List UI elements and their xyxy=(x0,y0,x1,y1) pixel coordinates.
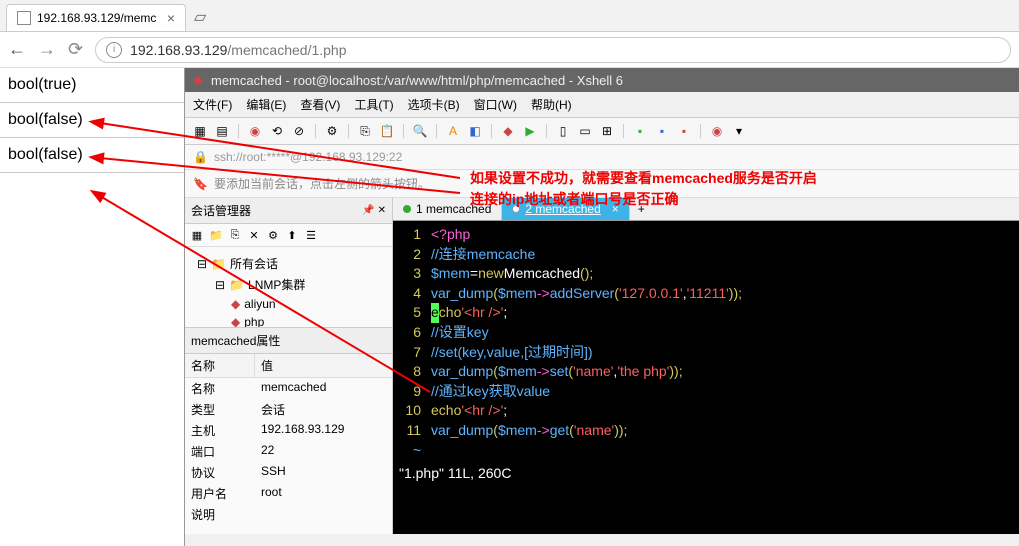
tb-more-icon[interactable]: ▾ xyxy=(730,122,748,140)
xshell-titlebar[interactable]: ◆ memcached - root@localhost:/var/www/ht… xyxy=(185,68,1019,92)
tb-new-icon[interactable]: ▦ xyxy=(191,122,209,140)
output-line: bool(false) xyxy=(0,138,184,173)
menu-help[interactable]: 帮助(H) xyxy=(531,96,572,113)
tab-title: 192.168.93.129/memc xyxy=(37,11,156,25)
tb-reconnect-icon[interactable]: ⟲ xyxy=(268,122,286,140)
sm-new-icon[interactable]: ▦ xyxy=(189,227,205,243)
tb-connect-icon[interactable]: ◉ xyxy=(246,122,264,140)
terminal-area: 1 memcached 2 memcached× + 1<?php 2//连接m… xyxy=(393,198,1019,534)
ssh-address-bar[interactable]: 🔒 ssh://root:*****@192.168.93.129:22 xyxy=(185,145,1019,170)
url-text: 192.168.93.129/memcached/1.php xyxy=(130,42,346,58)
hint-text: 要添加当前会话，点击左侧的箭头按钮。 xyxy=(214,175,430,192)
window-title: memcached - root@localhost:/var/www/html… xyxy=(211,73,623,88)
menu-view[interactable]: 查看(V) xyxy=(300,96,340,113)
xshell-toolbar: ▦ ▤ ◉ ⟲ ⊘ ⚙ ⎘ 📋 🔍 A ◧ ◆ ▶ ▯ ▭ ⊞ ▪ ▪ xyxy=(185,118,1019,145)
url-input[interactable]: i 192.168.93.129/memcached/1.php xyxy=(95,37,1011,63)
pin-icon[interactable]: 📌 ✕ xyxy=(362,205,386,216)
tree-group[interactable]: ⊟📁LNMP集群 xyxy=(189,274,388,295)
session-icon: ◆ xyxy=(231,315,240,327)
session-toolbar: ▦ 📁 ⎘ ✕ ⚙ ⬆ ☰ xyxy=(185,224,392,247)
new-tab-button[interactable]: ▱ xyxy=(186,3,214,31)
xshell-window: ◆ memcached - root@localhost:/var/www/ht… xyxy=(184,68,1019,546)
prop-row: 主机192.168.93.129 xyxy=(185,420,392,441)
sm-folder-icon[interactable]: 📁 xyxy=(208,227,224,243)
tb-paste-icon[interactable]: 📋 xyxy=(378,122,396,140)
browser-tab-strip: 192.168.93.129/memc × ▱ xyxy=(0,0,1019,32)
browser-tab[interactable]: 192.168.93.129/memc × xyxy=(6,4,186,31)
properties-title: memcached属性 xyxy=(185,327,392,354)
bookmark-icon[interactable]: 🔖 xyxy=(193,177,208,191)
tb-layout1-icon[interactable]: ▯ xyxy=(554,122,572,140)
menu-window[interactable]: 窗口(W) xyxy=(474,96,517,113)
output-line: bool(true) xyxy=(0,68,184,103)
session-manager-title: 会话管理器 📌 ✕ xyxy=(185,198,392,224)
properties-body: 名称memcached 类型会话 主机192.168.93.129 端口22 协… xyxy=(185,378,392,525)
terminal-content[interactable]: 1<?php 2//连接memcache 3$mem = new Memcach… xyxy=(393,221,1019,534)
prop-row: 类型会话 xyxy=(185,399,392,420)
tree-session-aliyun[interactable]: ◆aliyun xyxy=(189,295,388,313)
tb-find-icon[interactable]: 🔍 xyxy=(411,122,429,140)
folder-icon: 📁 xyxy=(211,257,226,271)
sm-delete-icon[interactable]: ✕ xyxy=(246,227,262,243)
tb-layout3-icon[interactable]: ⊞ xyxy=(598,122,616,140)
properties-header: 名称值 xyxy=(185,354,392,378)
lock-icon: 🔒 xyxy=(193,150,208,164)
address-bar: ← → ⟳ i 192.168.93.129/memcached/1.php xyxy=(0,32,1019,68)
tree-session-php[interactable]: ◆php xyxy=(189,313,388,327)
session-icon: ◆ xyxy=(231,297,240,311)
prop-row: 端口22 xyxy=(185,441,392,462)
tb-font-icon[interactable]: A xyxy=(444,122,462,140)
sm-up-icon[interactable]: ⬆ xyxy=(284,227,300,243)
status-dot-icon xyxy=(403,205,411,213)
sm-copy-icon[interactable]: ⎘ xyxy=(227,227,243,243)
site-info-icon[interactable]: i xyxy=(106,42,122,58)
page-icon xyxy=(17,11,31,25)
tb-script-icon[interactable]: ▶ xyxy=(521,122,539,140)
tb-red-icon[interactable]: ▪ xyxy=(675,122,693,140)
tb-green-icon[interactable]: ▪ xyxy=(631,122,649,140)
session-tree: ⊟📁所有会话 ⊟📁LNMP集群 ◆aliyun ◆php ◆nhn1 xyxy=(185,247,392,327)
tab-close-button[interactable]: × xyxy=(167,10,175,26)
tb-props-icon[interactable]: ⚙ xyxy=(323,122,341,140)
ssh-url: ssh://root:*****@192.168.93.129:22 xyxy=(214,150,402,164)
tb-copy-icon[interactable]: ⎘ xyxy=(356,122,374,140)
output-line: bool(false) xyxy=(0,103,184,138)
tree-root[interactable]: ⊟📁所有会话 xyxy=(189,253,388,274)
tb-open-icon[interactable]: ▤ xyxy=(213,122,231,140)
session-manager-panel: 会话管理器 📌 ✕ ▦ 📁 ⎘ ✕ ⚙ ⬆ ☰ ⊟📁所有会话 ⊟📁LNMP集群 … xyxy=(185,198,393,534)
xshell-menubar: 文件(F) 编辑(E) 查看(V) 工具(T) 选项卡(B) 窗口(W) 帮助(… xyxy=(185,92,1019,118)
sm-list-icon[interactable]: ☰ xyxy=(303,227,319,243)
reload-button[interactable]: ⟳ xyxy=(68,39,83,60)
menu-tools[interactable]: 工具(T) xyxy=(354,96,393,113)
sm-props-icon[interactable]: ⚙ xyxy=(265,227,281,243)
back-button[interactable]: ← xyxy=(8,39,26,60)
prop-row: 用户名root xyxy=(185,483,392,504)
prop-row: 名称memcached xyxy=(185,378,392,399)
prop-row: 说明 xyxy=(185,504,392,525)
forward-button[interactable]: → xyxy=(38,39,56,60)
app-icon: ◆ xyxy=(193,72,203,88)
menu-file[interactable]: 文件(F) xyxy=(193,96,232,113)
tb-layout2-icon[interactable]: ▭ xyxy=(576,122,594,140)
tb-blue-icon[interactable]: ▪ xyxy=(653,122,671,140)
tb-record-icon[interactable]: ◉ xyxy=(708,122,726,140)
vim-status-line: "1.php" 11L, 260C xyxy=(399,464,1013,484)
folder-icon: 📁 xyxy=(229,278,244,292)
tb-disconnect-icon[interactable]: ⊘ xyxy=(290,122,308,140)
annotation-text: 如果设置不成功，就需要查看memcached服务是否开启 连接的ip地址或者端口… xyxy=(470,168,817,210)
menu-tabs[interactable]: 选项卡(B) xyxy=(408,96,460,113)
tb-color-icon[interactable]: ◧ xyxy=(466,122,484,140)
menu-edit[interactable]: 编辑(E) xyxy=(246,96,286,113)
tb-xftp-icon[interactable]: ◆ xyxy=(499,122,517,140)
page-content: bool(true) bool(false) bool(false) xyxy=(0,68,184,173)
prop-row: 协议SSH xyxy=(185,462,392,483)
